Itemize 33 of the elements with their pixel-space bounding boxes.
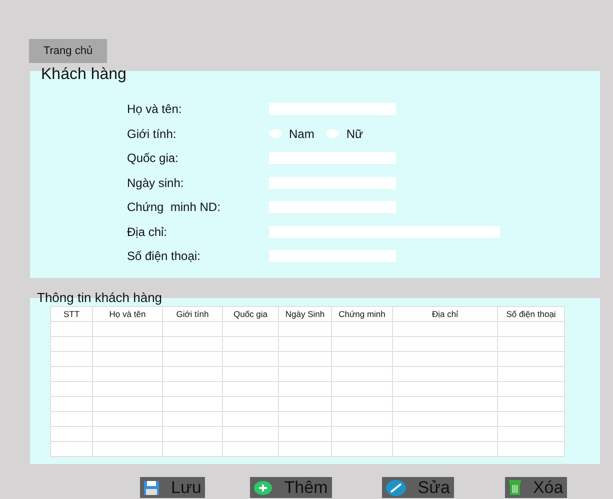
input-field[interactable]: [269, 176, 396, 189]
field-label: Chứng minh ND:: [127, 200, 222, 214]
column-header: Chứng minh: [332, 306, 392, 322]
column-header: Họ và tên: [92, 306, 162, 322]
radio-option[interactable]: Nam: [269, 126, 314, 141]
add-button[interactable]: Thêm: [250, 477, 332, 498]
column-header: Địa chỉ: [392, 306, 498, 322]
pencil-circle-icon: [386, 480, 406, 496]
input-field[interactable]: [269, 103, 396, 116]
radio-option[interactable]: Nữ: [326, 126, 364, 141]
form-title: Khách hàng: [41, 66, 126, 82]
input-field[interactable]: [269, 226, 500, 238]
field-label: Giới tính:: [127, 126, 178, 141]
trash-icon: [508, 480, 521, 495]
input-field[interactable]: [269, 152, 396, 164]
column-header: Giới tính: [162, 306, 222, 322]
field-label: Quốc gia:: [127, 151, 180, 166]
delete-button[interactable]: Xóa: [504, 477, 568, 498]
field-label: Số điện thoại:: [127, 249, 202, 264]
field-label: Ngày sinh:: [127, 176, 185, 190]
field-label: Họ và tên:: [127, 102, 183, 116]
plus-circle-icon: [254, 480, 272, 494]
column-header: Quốc gia: [222, 306, 278, 322]
save-button[interactable]: Lưu: [140, 477, 206, 498]
input-field[interactable]: [269, 250, 396, 262]
column-header: STT: [50, 306, 92, 322]
column-header: Ngày Sinh: [278, 306, 332, 322]
home-button[interactable]: Trang chủ: [29, 39, 107, 63]
field-label: Địa chỉ:: [127, 224, 168, 239]
column-header: Số điện thoại: [498, 306, 564, 322]
edit-button[interactable]: Sửa: [382, 477, 454, 498]
input-field[interactable]: [269, 201, 396, 214]
table-title: Thông tin khách hàng: [37, 290, 162, 304]
